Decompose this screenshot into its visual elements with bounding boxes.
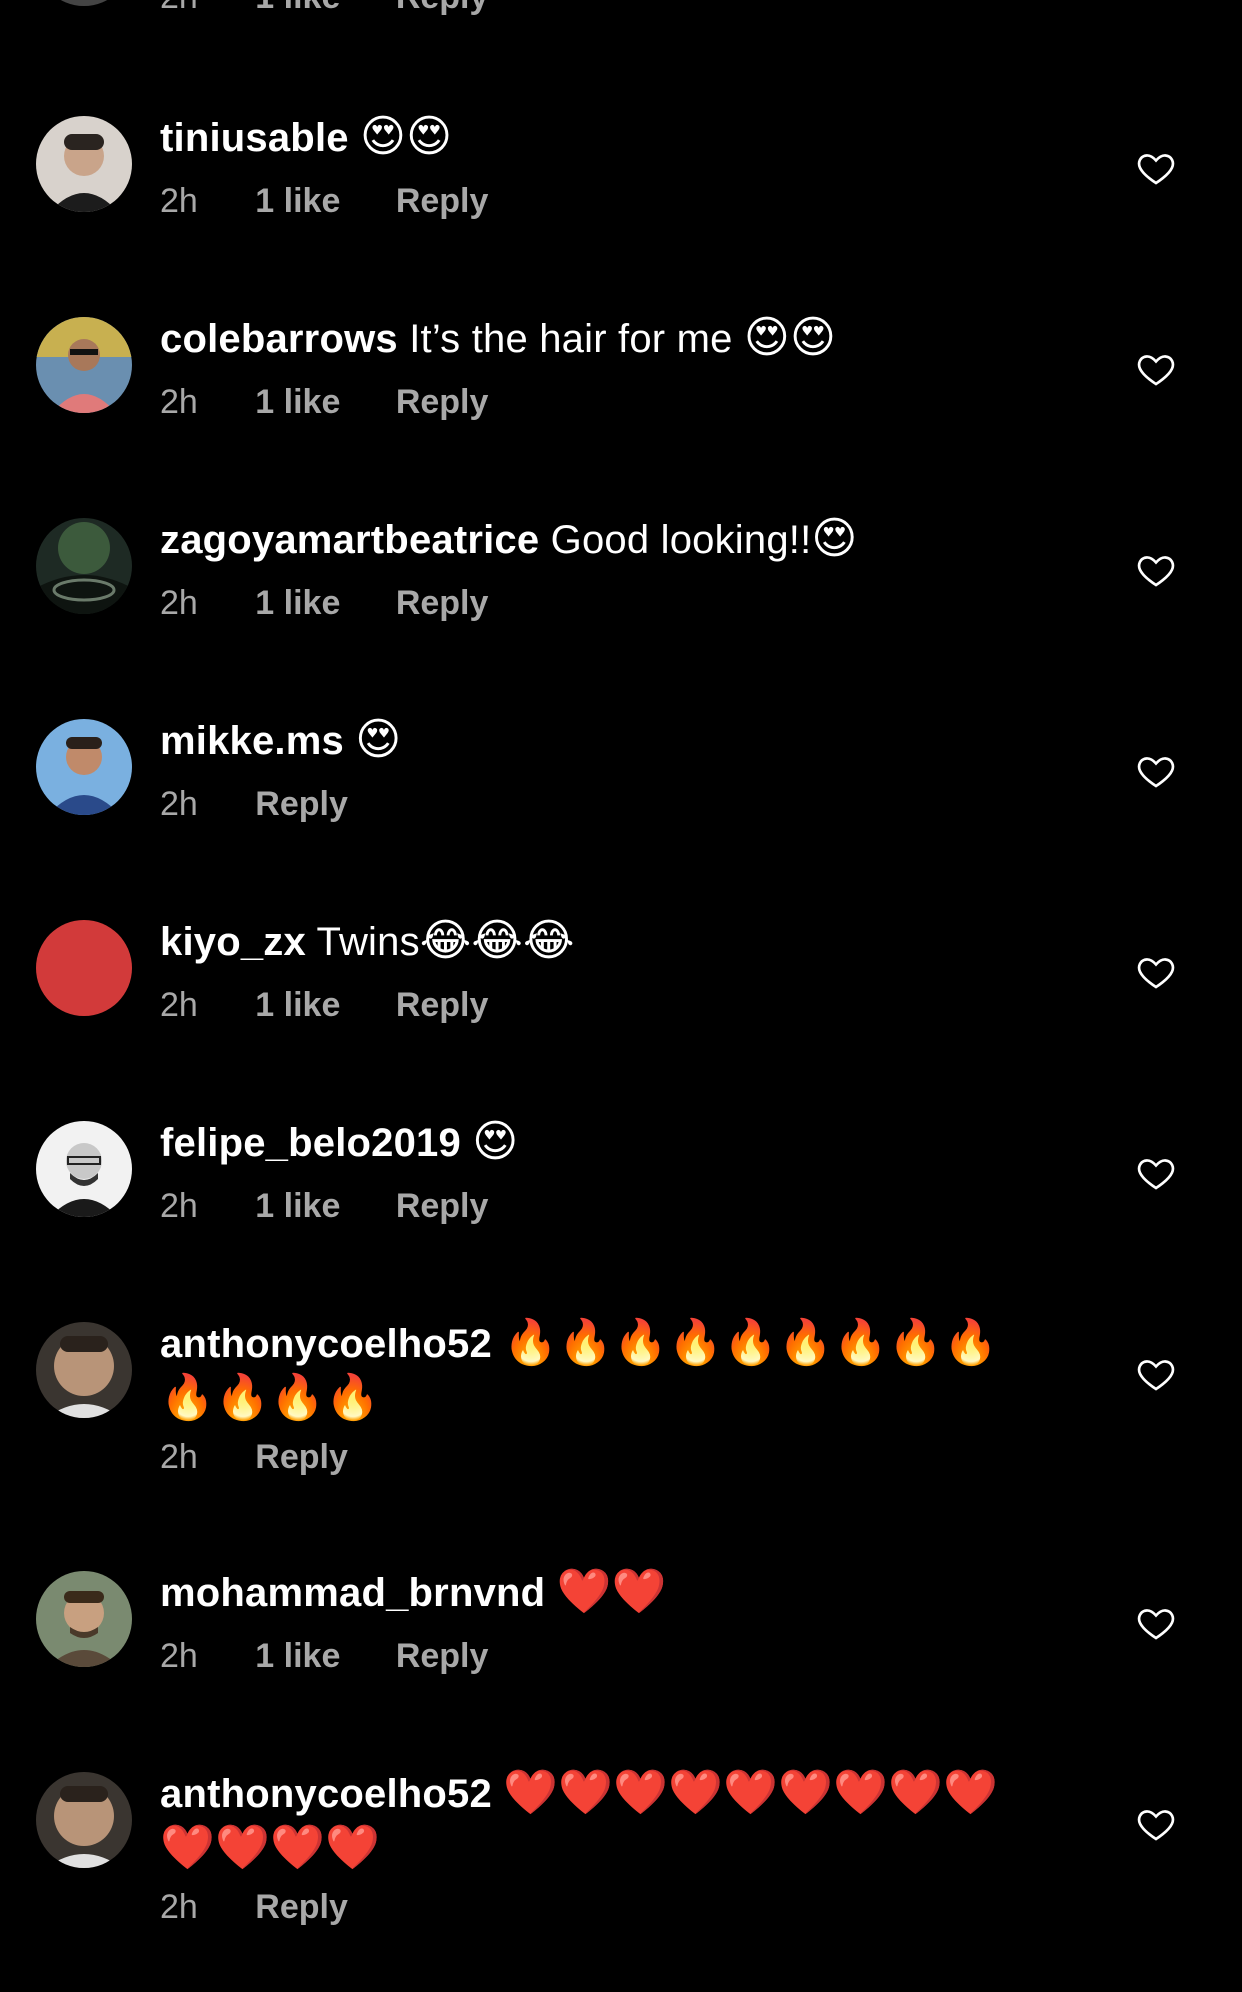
comment-text: kiyo_zx Twins😂😂😂: [160, 916, 1080, 967]
comment-time: 2h: [160, 1637, 198, 1675]
comment-emoji: 😍: [355, 714, 402, 765]
reply-button[interactable]: Reply: [396, 182, 489, 220]
comment-body: Twins: [316, 920, 420, 964]
comment-username[interactable]: mikke.ms: [160, 719, 344, 763]
avatar[interactable]: [36, 116, 132, 212]
comment-meta: 2h 1 like Reply: [160, 584, 534, 623]
comment-time: 2h: [160, 383, 198, 421]
comment-likes-count[interactable]: 1 like: [255, 0, 340, 16]
heart-outline-icon[interactable]: [1136, 952, 1176, 992]
comment-meta: 2h 1 like Reply: [160, 383, 534, 422]
comment-username[interactable]: anthonycoelho52: [160, 1772, 492, 1816]
comment-meta: 2h Reply: [160, 1438, 394, 1477]
avatar[interactable]: [36, 719, 132, 815]
reply-button[interactable]: Reply: [255, 785, 348, 823]
comment-emoji: ❤️❤️❤️❤️❤️❤️❤️❤️❤️: [503, 1767, 999, 1818]
avatar[interactable]: [36, 1571, 132, 1667]
comment-username[interactable]: zagoyamartbeatrice: [160, 518, 539, 562]
comment-text: mikke.ms 😍: [160, 715, 1080, 766]
comment-likes-count[interactable]: 1 like: [255, 182, 340, 220]
comment-emoji: 😍: [811, 513, 858, 564]
reply-button[interactable]: Reply: [255, 1888, 348, 1926]
heart-outline-icon[interactable]: [1136, 1153, 1176, 1193]
comment-time: 2h: [160, 986, 198, 1024]
comment-username[interactable]: tiniusable: [160, 116, 349, 160]
comment-meta: 2h Reply: [160, 785, 394, 824]
reply-button[interactable]: Reply: [396, 1187, 489, 1225]
comment-meta: 2h 1 like Reply: [160, 1637, 534, 1676]
reply-button[interactable]: Reply: [396, 383, 489, 421]
comment-text: felipe_belo2019 😍: [160, 1117, 1080, 1168]
heart-outline-icon[interactable]: [1136, 1354, 1176, 1394]
avatar[interactable]: [36, 1322, 132, 1418]
comment-time: 2h: [160, 0, 198, 16]
comment-emoji: 😍: [472, 1116, 519, 1167]
comment-text: anthonycoelho52 ❤️❤️❤️❤️❤️❤️❤️❤️❤️ ❤️❤️❤…: [160, 1768, 1080, 1873]
comment-text: zagoyamartbeatrice Good looking!!😍: [160, 514, 1080, 565]
avatar[interactable]: [36, 518, 132, 614]
comment-emoji-row2: ❤️❤️❤️❤️: [160, 1822, 380, 1873]
comment-meta: 2h 1 like Reply: [160, 1187, 534, 1226]
comment-emoji-row2: 🔥🔥🔥🔥: [160, 1372, 380, 1423]
avatar[interactable]: [36, 920, 132, 1016]
comment-body: It’s the hair for me: [409, 317, 733, 361]
comment-meta: 2h 1 like Reply: [160, 986, 534, 1025]
heart-outline-icon[interactable]: [1136, 550, 1176, 590]
comment-time: 2h: [160, 1438, 198, 1476]
comment-time: 2h: [160, 182, 198, 220]
reply-button[interactable]: Reply: [396, 986, 489, 1024]
comment-username[interactable]: colebarrows: [160, 317, 398, 361]
heart-outline-icon[interactable]: [1136, 349, 1176, 389]
heart-outline-icon[interactable]: [1136, 1804, 1176, 1844]
comment-likes-count[interactable]: 1 like: [255, 1187, 340, 1225]
comment-time: 2h: [160, 584, 198, 622]
avatar[interactable]: [36, 1772, 132, 1868]
avatar[interactable]: [36, 317, 132, 413]
comment-meta: 2h 1 like Reply: [160, 0, 488, 17]
comment-emoji: 😍😍: [360, 111, 453, 162]
comment-emoji: 😂😂😂: [419, 915, 575, 966]
comment-time: 2h: [160, 1888, 198, 1926]
comment-meta: 2h 1 like Reply: [160, 182, 534, 221]
comment-time: 2h: [160, 1187, 198, 1225]
comment-text: colebarrows It’s the hair for me 😍😍: [160, 313, 1080, 364]
comment-text: tiniusable 😍😍: [160, 112, 1080, 163]
comment-username[interactable]: kiyo_zx: [160, 920, 306, 964]
comment-likes-count[interactable]: 1 like: [255, 584, 340, 622]
reply-button[interactable]: Reply: [396, 0, 489, 16]
heart-outline-icon[interactable]: [1136, 148, 1176, 188]
reply-button[interactable]: Reply: [255, 1438, 348, 1476]
comment-emoji: 😍😍: [743, 312, 837, 363]
comment-text: mohammad_brnvnd ❤️❤️: [160, 1567, 1080, 1618]
comment-time: 2h: [160, 785, 198, 823]
comment-username[interactable]: mohammad_brnvnd: [160, 1571, 545, 1615]
comment-likes-count[interactable]: 1 like: [255, 986, 340, 1024]
comment-username[interactable]: felipe_belo2019: [160, 1121, 461, 1165]
heart-outline-icon[interactable]: [1136, 1603, 1176, 1643]
avatar[interactable]: [36, 1121, 132, 1217]
avatar[interactable]: [36, 0, 132, 6]
reply-button[interactable]: Reply: [396, 584, 489, 622]
reply-button[interactable]: Reply: [396, 1637, 489, 1675]
comment-likes-count[interactable]: 1 like: [255, 1637, 340, 1675]
comment-emoji: ❤️❤️: [556, 1566, 667, 1617]
comment-username[interactable]: anthonycoelho52: [160, 1322, 492, 1366]
comment-text: anthonycoelho52 🔥🔥🔥🔥🔥🔥🔥🔥🔥 🔥🔥🔥🔥: [160, 1318, 1080, 1423]
comment-body: Good looking!!: [550, 518, 812, 562]
heart-outline-icon[interactable]: [1136, 751, 1176, 791]
comment-meta: 2h Reply: [160, 1888, 394, 1927]
comment-emoji: 🔥🔥🔥🔥🔥🔥🔥🔥🔥: [503, 1317, 999, 1368]
comment-likes-count[interactable]: 1 like: [255, 383, 340, 421]
